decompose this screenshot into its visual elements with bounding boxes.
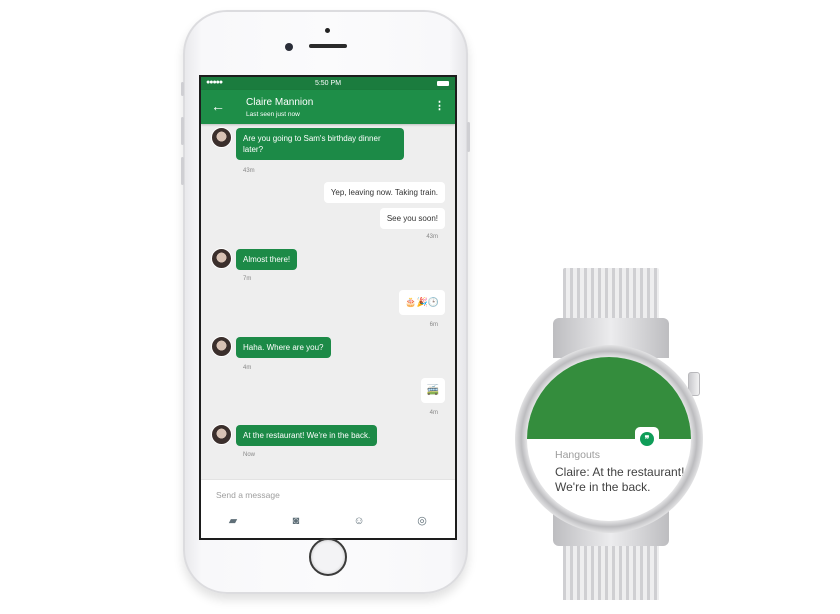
notification-message: Claire: At the restaurant! We're in the …: [555, 465, 685, 494]
message-timestamp: 43m: [426, 234, 438, 240]
image-icon[interactable]: ▰: [226, 515, 240, 527]
earpiece-speaker: [309, 44, 347, 48]
sticker-icon[interactable]: ☺: [352, 515, 366, 527]
message-bubble-outgoing: Yep, leaving now. Taking train.: [323, 182, 445, 203]
contact-status: Last seen just now: [246, 111, 300, 118]
status-time: 5:50 PM: [314, 80, 342, 87]
contact-avatar: [211, 424, 232, 445]
message-bubble-incoming: At the restaurant! We're in the back.: [236, 425, 378, 446]
contact-avatar: [211, 248, 232, 269]
mute-switch: [181, 82, 184, 96]
message-bubble-outgoing-emoji: 🚎: [420, 378, 445, 403]
hangouts-badge: ❞: [635, 427, 659, 451]
message-timestamp: 6m: [429, 322, 438, 328]
message-timestamp: Now: [243, 452, 256, 458]
proximity-sensor: [325, 28, 330, 33]
volume-up-button: [181, 117, 184, 145]
location-icon[interactable]: ◎: [415, 515, 429, 527]
message-timestamp: 4m: [243, 365, 252, 371]
volume-down-button: [181, 157, 184, 185]
watch-strap-bottom: [563, 540, 659, 600]
power-button: [467, 122, 470, 152]
message-timestamp: 4m: [429, 410, 438, 416]
conversation-header: ← Claire Mannion Last seen just now ⋮: [201, 90, 455, 124]
notification-app-name: Hangouts: [555, 449, 600, 461]
front-camera: [285, 43, 293, 51]
message-bubble-incoming: Almost there!: [236, 249, 298, 270]
message-timestamp: 43m: [243, 168, 255, 174]
contact-name: Claire Mannion: [246, 97, 314, 108]
back-arrow-icon[interactable]: ←: [211, 98, 225, 114]
phone-device: ●●●●● 5:50 PM ← Claire Mannion Last seen…: [181, 10, 470, 594]
message-timestamp: 7m: [243, 276, 252, 282]
message-bubble-outgoing: See you soon!: [379, 208, 445, 229]
contact-avatar: [211, 336, 232, 357]
status-bar: ●●●●● 5:50 PM: [201, 77, 455, 90]
home-button[interactable]: [309, 538, 347, 576]
message-bubble-incoming: Haha. Where are you?: [236, 337, 331, 358]
contact-avatar: [211, 127, 232, 148]
hangouts-icon: ❞: [640, 432, 654, 446]
notification-header-background: [527, 357, 691, 439]
more-options-icon[interactable]: ⋮: [434, 99, 445, 112]
message-bubble-incoming: Are you going to Sam's birthday dinner l…: [236, 128, 404, 160]
message-composer: Send a message ▰ ◙ ☺ ◎: [201, 479, 455, 538]
message-bubble-outgoing-emoji: 🎂🎉🕒: [399, 290, 445, 315]
watch-notification-card[interactable]: ❞ Hangouts Claire: At the restaurant! We…: [527, 357, 691, 521]
message-input[interactable]: Send a message: [216, 490, 280, 500]
message-list[interactable]: Are you going to Sam's birthday dinner l…: [201, 124, 455, 480]
battery-icon: [437, 81, 449, 86]
camera-icon[interactable]: ◙: [289, 515, 303, 527]
phone-screen: ●●●●● 5:50 PM ← Claire Mannion Last seen…: [199, 75, 457, 540]
